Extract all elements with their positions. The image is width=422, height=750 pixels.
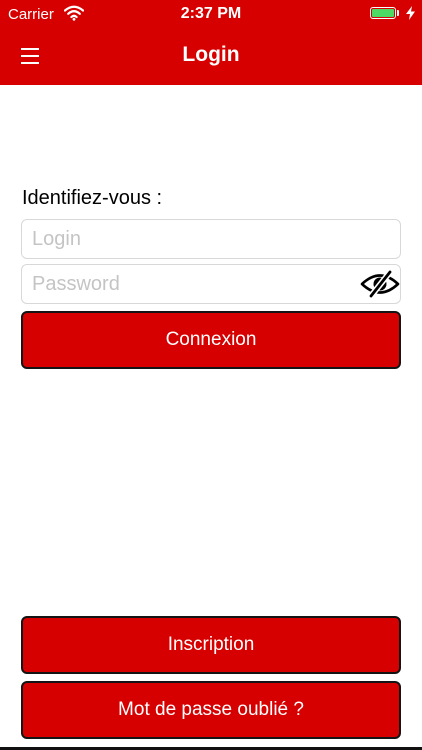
eye-slash-icon[interactable] <box>360 269 400 299</box>
login-prompt: Identifiez-vous : <box>22 187 163 209</box>
app-header: Carrier 2:37 PM Login <box>0 0 422 85</box>
forgot-password-button[interactable]: Mot de passe oublié ? <box>21 681 401 739</box>
battery-tip <box>397 10 399 16</box>
battery-icon <box>370 7 396 19</box>
page-title: Login <box>182 43 240 66</box>
password-input[interactable] <box>22 265 352 303</box>
connexion-button[interactable]: Connexion <box>21 311 401 369</box>
status-bar: Carrier 2:37 PM <box>0 0 422 30</box>
login-field <box>21 219 401 259</box>
login-input[interactable] <box>22 220 352 258</box>
status-time: 2:37 PM <box>180 5 242 22</box>
register-button[interactable]: Inscription <box>21 616 401 674</box>
bolt-icon <box>406 6 415 24</box>
password-field <box>21 264 401 304</box>
battery-fill <box>372 9 394 17</box>
